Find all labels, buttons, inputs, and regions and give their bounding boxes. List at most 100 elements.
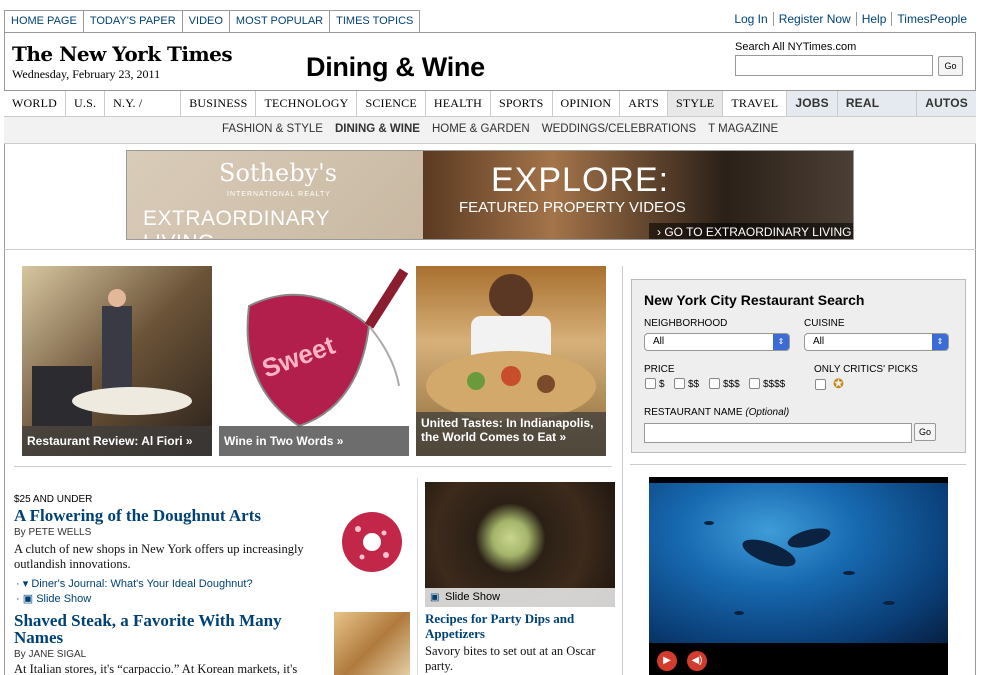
login-link[interactable]: Log In <box>729 12 772 26</box>
price-option: $ <box>659 379 665 390</box>
price-checkbox-2[interactable] <box>674 378 685 389</box>
timespeople-link[interactable]: TimesPeople <box>891 12 972 26</box>
nav-science[interactable]: SCIENCE <box>357 91 426 116</box>
select-arrows-icon: ⇕ <box>932 334 948 350</box>
price-option: $$$$ <box>763 379 786 390</box>
promo-caption[interactable]: United Tastes: In Indianapolis, the Worl… <box>416 412 606 456</box>
video-player[interactable]: ▶ ◀) <box>649 477 948 675</box>
nav-sports[interactable]: SPORTS <box>491 91 553 116</box>
neighborhood-label: NEIGHBORHOOD <box>644 318 728 329</box>
critics-picks-checkbox[interactable] <box>815 379 826 390</box>
register-link[interactable]: Register Now <box>772 12 856 26</box>
promo-united-tastes[interactable]: United Tastes: In Indianapolis, the Worl… <box>416 266 606 456</box>
restaurant-search-box: New York City Restaurant Search NEIGHBOR… <box>631 279 966 453</box>
price-label: PRICE <box>644 364 675 375</box>
slide-show-label: Slide Show <box>445 591 501 603</box>
banner-tagline: EXTRAORDINARY LIVING <box>143 207 330 239</box>
subnav-t-magazine[interactable]: T MAGAZINE <box>708 123 778 135</box>
price-checkbox-1[interactable] <box>645 378 656 389</box>
tab-most-popular[interactable]: MOST POPULAR <box>228 10 330 33</box>
restaurant-name-label: RESTAURANT NAME (Optional) <box>644 407 789 418</box>
nav-style[interactable]: STYLE <box>668 91 724 116</box>
video-controls: ▶ ◀) <box>649 643 948 675</box>
nav-ny-region[interactable]: N.Y. / REGION <box>105 91 182 134</box>
promo-restaurant-review[interactable]: Restaurant Review: Al Fiori » <box>22 266 212 456</box>
nav-arts[interactable]: ARTS <box>620 91 668 116</box>
article-headline[interactable]: Recipes for Party Dips and Appetizers <box>425 611 615 641</box>
banner-photo-panel: EXPLORE: FEATURED PROPERTY VIDEOS › GO T… <box>423 151 853 239</box>
price-checkbox-4[interactable] <box>749 378 760 389</box>
critics-pick-seal-icon: ✪ <box>833 376 844 391</box>
related-link-text: Diner's Journal: What's Your Ideal Dough… <box>31 578 253 590</box>
column-divider <box>622 266 623 675</box>
nav-jobs[interactable]: JOBS <box>787 91 838 116</box>
related-link-slide-show[interactable]: · ▣ Slide Show <box>16 592 91 605</box>
promo-caption[interactable]: Restaurant Review: Al Fiori » <box>22 426 212 456</box>
cuisine-select[interactable]: All ⇕ <box>804 333 949 351</box>
main-nav: WORLD U.S. N.Y. / REGION BUSINESS TECHNO… <box>4 90 976 134</box>
steak-dish-photo[interactable] <box>334 612 410 675</box>
video-frame[interactable] <box>649 483 948 643</box>
column-divider <box>417 478 418 675</box>
article-summary: Savory bites to set out at an Oscar part… <box>425 644 596 673</box>
neighborhood-value: All <box>653 336 665 347</box>
related-link-text: Slide Show <box>36 593 92 605</box>
tab-video[interactable]: VIDEO <box>181 10 229 33</box>
article-summary: At Italian stores, it's “carpaccio.” At … <box>14 662 298 675</box>
tab-times-topics[interactable]: TIMES TOPICS <box>329 10 421 33</box>
restaurant-search-go-button[interactable]: Go <box>914 423 936 441</box>
play-icon[interactable]: ▶ <box>657 651 677 671</box>
nav-us[interactable]: U.S. <box>66 91 106 116</box>
divider <box>4 249 976 250</box>
banner-ad[interactable]: Sotheby's INTERNATIONAL REALTY EXTRAORDI… <box>126 150 854 240</box>
nav-travel[interactable]: TRAVEL <box>723 91 788 116</box>
subnav-fashion-style[interactable]: FASHION & STYLE <box>222 123 323 135</box>
search-go-button[interactable]: Go <box>938 56 963 76</box>
subnav-weddings[interactable]: WEDDINGS/CELEBRATIONS <box>542 123 696 135</box>
subnav-home-garden[interactable]: HOME & GARDEN <box>432 123 530 135</box>
optional-note: (Optional) <box>745 407 790 418</box>
neighborhood-select[interactable]: All ⇕ <box>644 333 790 351</box>
camera-icon: ▣ <box>430 592 440 603</box>
cuisine-value: All <box>813 336 825 347</box>
page-title: Dining & Wine <box>306 52 485 82</box>
article-byline: By JANE SIGAL <box>14 649 87 660</box>
nav-real-estate[interactable]: REAL ESTATE <box>837 91 918 134</box>
tab-home-page[interactable]: HOME PAGE <box>4 10 83 33</box>
nav-autos[interactable]: AUTOS <box>917 91 976 116</box>
article-byline: By PETE WELLS <box>14 527 92 538</box>
banner-cta[interactable]: › GO TO EXTRAORDINARY LIVING <box>649 223 853 239</box>
related-link-diners-journal[interactable]: · ▾ Diner's Journal: What's Your Ideal D… <box>16 577 253 590</box>
article-summary: A clutch of new shops in New York offers… <box>14 542 304 571</box>
price-option: $$ <box>688 379 700 390</box>
nyt-logo[interactable]: The New York Times <box>12 42 233 66</box>
search-input[interactable] <box>735 55 933 76</box>
doughnut-photo[interactable] <box>336 507 408 577</box>
select-arrows-icon: ⇕ <box>773 334 789 350</box>
camera-icon: · ▣ <box>16 593 34 605</box>
tab-todays-paper[interactable]: TODAY'S PAPER <box>82 10 182 33</box>
volume-icon[interactable]: ◀) <box>687 651 707 671</box>
dateline: Wednesday, February 23, 2011 <box>12 67 161 81</box>
price-checkbox-3[interactable] <box>709 378 720 389</box>
restaurant-name-input[interactable] <box>644 423 912 443</box>
article-headline[interactable]: A Flowering of the Doughnut Arts <box>14 506 261 526</box>
search-label: Search All NYTimes.com <box>735 41 857 53</box>
help-link[interactable]: Help <box>855 12 892 26</box>
nav-technology[interactable]: TECHNOLOGY <box>256 91 358 116</box>
nav-opinion[interactable]: OPINION <box>553 91 621 116</box>
slide-show-caption[interactable]: ▣ Slide Show <box>425 588 615 607</box>
nav-health[interactable]: HEALTH <box>426 91 491 116</box>
promo-caption[interactable]: Wine in Two Words » <box>219 426 409 456</box>
sub-nav: FASHION & STYLE DINING & WINE HOME & GAR… <box>4 117 976 144</box>
article-headline[interactable]: Shaved Steak, a Favorite With Many Names <box>14 612 314 646</box>
restaurant-name-label-text: RESTAURANT NAME <box>644 407 743 418</box>
nav-business[interactable]: BUSINESS <box>181 91 257 116</box>
restaurant-search-title: New York City Restaurant Search <box>644 292 865 308</box>
blog-icon: · ▾ <box>16 578 29 590</box>
banner-headline: EXPLORE: <box>491 161 670 199</box>
promo-wine[interactable]: Sweet Wine in Two Words » <box>219 266 409 456</box>
nav-world[interactable]: WORLD <box>4 91 66 116</box>
cuisine-label: CUISINE <box>804 318 845 329</box>
subnav-dining-wine[interactable]: DINING & WINE <box>335 123 420 135</box>
